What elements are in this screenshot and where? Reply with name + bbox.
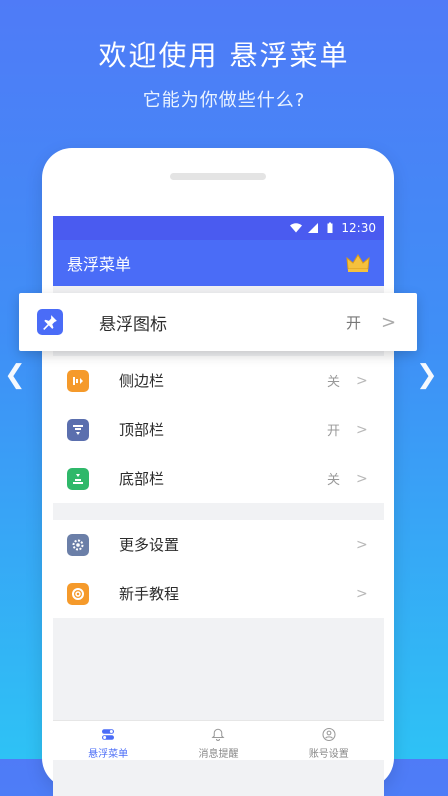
gear-icon <box>67 533 89 556</box>
nav-item-floating-menu[interactable]: 悬浮菜单 <box>53 721 163 760</box>
status-time: 12:30 <box>341 221 376 235</box>
chevron-right-icon: > <box>356 585 368 602</box>
next-arrow-icon[interactable]: ❯ <box>416 360 438 390</box>
wifi-icon <box>290 223 303 233</box>
list-item[interactable]: 新手教程 > <box>53 569 384 618</box>
nav-item-account[interactable]: 账号设置 <box>274 721 384 760</box>
list-item-label: 侧边栏 <box>119 372 165 390</box>
chevron-right-icon: > <box>356 536 368 553</box>
list-item-label: 更多设置 <box>119 536 180 554</box>
list-item[interactable]: 顶部栏 开 > <box>53 405 384 454</box>
app-title: 悬浮菜单 <box>67 255 132 274</box>
hero-subtitle: 它能为你做些什么? <box>142 90 306 111</box>
list-item-state: 开 <box>326 424 340 439</box>
status-bar: 12:30 <box>53 216 384 240</box>
chevron-right-icon: > <box>356 372 368 389</box>
list-item[interactable]: 更多设置 > <box>53 520 384 569</box>
prev-arrow-icon[interactable]: ❮ <box>4 360 26 390</box>
list-item-state: 关 <box>326 375 340 390</box>
bottom-nav: 悬浮菜单 消息提醒 账号设置 <box>53 720 384 760</box>
battery-icon <box>327 222 333 233</box>
lifebuoy-icon <box>67 582 89 605</box>
hero-title: 欢迎使用 悬浮菜单 <box>98 39 350 72</box>
settings-list: 更多设置 > 新手教程 > <box>53 520 384 618</box>
chevron-right-icon: > <box>356 421 368 438</box>
bell-icon <box>211 728 226 741</box>
list-item-state: 关 <box>326 473 340 488</box>
floating-icon-label: 悬浮图标 <box>99 314 167 335</box>
nav-item-notifications[interactable]: 消息提醒 <box>163 721 273 760</box>
nav-label: 悬浮菜单 <box>88 749 129 760</box>
signal-icon <box>308 223 319 233</box>
crown-icon[interactable] <box>346 253 370 273</box>
chevron-right-icon: > <box>381 311 397 333</box>
list-item[interactable]: 侧边栏 关 > <box>53 356 384 405</box>
phone-frame: 12:30 悬浮菜单 侧边栏 关 > 顶部栏 开 > 底部栏 关 > 更多设置 … <box>42 148 394 796</box>
list-item-label: 新手教程 <box>119 585 180 603</box>
list-item-label: 底部栏 <box>119 470 165 488</box>
features-list: 侧边栏 关 > 顶部栏 开 > 底部栏 关 > <box>53 356 384 503</box>
floating-icon-state: 开 <box>345 313 361 332</box>
user-icon <box>322 727 336 742</box>
toggle-icon <box>102 729 115 740</box>
pin-icon <box>37 309 63 335</box>
phone-speaker <box>170 173 266 180</box>
chevron-right-icon: > <box>356 470 368 487</box>
app-bar: 悬浮菜单 <box>53 240 384 286</box>
nav-label: 消息提醒 <box>198 749 239 760</box>
bottombar-icon <box>67 467 89 490</box>
topbar-icon <box>67 418 89 441</box>
list-item-label: 顶部栏 <box>119 421 165 439</box>
nav-label: 账号设置 <box>308 749 349 760</box>
sidebar-icon <box>67 369 89 392</box>
list-item[interactable]: 底部栏 关 > <box>53 454 384 503</box>
floating-icon-setting[interactable]: 悬浮图标 开 > <box>19 293 417 351</box>
